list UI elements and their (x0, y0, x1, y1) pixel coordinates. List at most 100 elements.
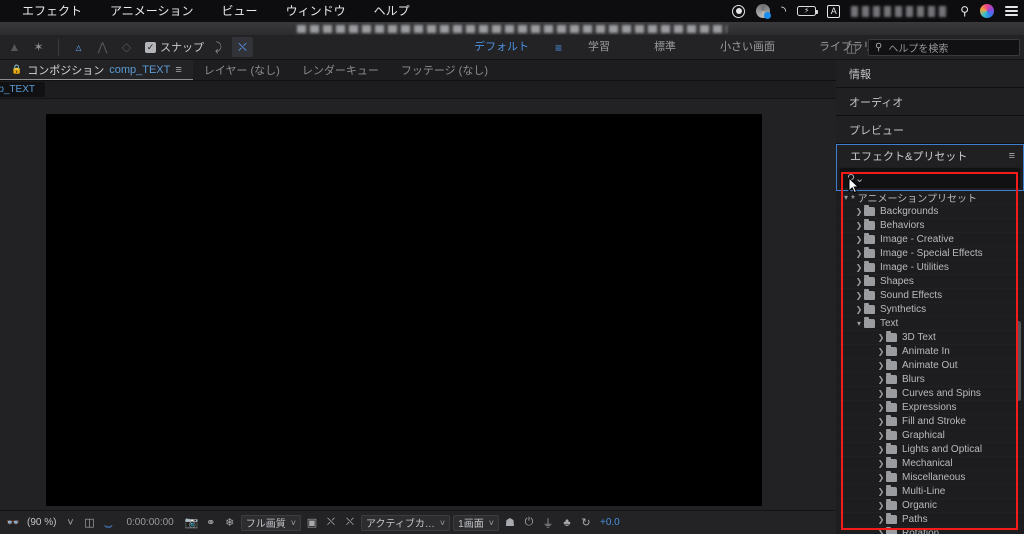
breadcrumb-comp[interactable]: mp_TEXT (0, 82, 46, 97)
toggle-alpha-icon[interactable]: ▣ (304, 514, 320, 532)
effects-panel-menu-icon[interactable]: ≡ (1009, 150, 1015, 162)
tree-row[interactable]: ❯ Expressions (836, 401, 1024, 415)
transform-box-tool[interactable]: ⛌ (232, 37, 253, 57)
tree-row[interactable]: ❯ Organic (836, 499, 1024, 513)
chevron-right-icon[interactable]: ❯ (876, 417, 886, 426)
chevron-right-icon[interactable]: ❯ (854, 221, 864, 230)
magnification-chevron-down-icon[interactable]: ˅ (62, 514, 78, 532)
rotate-bezier-tool[interactable]: ▵ (68, 37, 89, 57)
pixel-aspect-icon[interactable]: ☗ (502, 514, 518, 532)
tree-row[interactable]: ❯ Paths (836, 513, 1024, 527)
tree-row[interactable]: ❯ Sound Effects (836, 289, 1024, 303)
menu-animation[interactable]: アニメーション (96, 0, 208, 22)
chevron-right-icon[interactable]: ❯ (876, 375, 886, 384)
tree-row[interactable]: ❯ Miscellaneous (836, 471, 1024, 485)
effects-search-input[interactable]: ⚲⌄ (840, 168, 1020, 188)
panel-preview[interactable]: プレビュー (836, 116, 1024, 144)
magnification-value[interactable]: (90 %) (24, 517, 59, 528)
chevron-right-icon[interactable]: ❯ (854, 291, 864, 300)
tree-row[interactable]: ❯ Behaviors (836, 219, 1024, 233)
tree-row[interactable]: ❯ Rotation (836, 527, 1024, 534)
tree-row[interactable]: ❯ Graphical (836, 429, 1024, 443)
workspace-standard[interactable]: 標準 (632, 35, 698, 60)
screen-record-icon[interactable] (732, 4, 746, 18)
chevron-right-icon[interactable]: ❯ (876, 403, 886, 412)
tree-row[interactable]: ❯ Image - Creative (836, 233, 1024, 247)
input-source-icon[interactable]: A (827, 4, 841, 18)
siri-icon[interactable] (980, 4, 994, 18)
control-center-icon[interactable] (1005, 6, 1018, 16)
chevron-right-icon[interactable]: ❯ (854, 249, 864, 258)
fast-preview-bolt-icon[interactable]: ⏻ (521, 514, 537, 532)
tree-row[interactable]: ❯ Animate In (836, 345, 1024, 359)
views-count-select[interactable]: 1画面 ˅ (453, 514, 499, 531)
tree-row[interactable]: ❯ Image - Utilities (836, 261, 1024, 275)
workspace-menu-icon[interactable]: ≡ (551, 41, 566, 55)
menu-view[interactable]: ビュー (208, 0, 272, 22)
tree-row[interactable]: ❯ Image - Special Effects (836, 247, 1024, 261)
menu-effect[interactable]: エフェクト (8, 0, 96, 22)
tree-row[interactable]: ❯ Fill and Stroke (836, 415, 1024, 429)
tree-row[interactable]: ❯ Mechanical (836, 457, 1024, 471)
panel-menu-icon[interactable]: ≡ (175, 64, 181, 76)
lock-icon[interactable]: 🔒 (11, 64, 22, 75)
tab-composition[interactable]: 🔒 コンポジション comp_TEXT ≡ (0, 60, 193, 80)
mask-shape-tool[interactable]: ◇ (116, 37, 137, 57)
workspace-small-screen[interactable]: 小さい画面 (698, 35, 797, 60)
chevron-right-icon[interactable]: ❯ (854, 207, 864, 216)
anchor-point-tool[interactable]: ⤸ (208, 37, 229, 57)
channel-rgb-icon[interactable]: ❄ (222, 514, 238, 532)
menu-window[interactable]: ウィンドウ (272, 0, 360, 22)
tree-row[interactable]: ▾ Text (836, 317, 1024, 331)
tree-row[interactable]: ❯ Backgrounds (836, 205, 1024, 219)
chevron-right-icon[interactable]: ❯ (854, 263, 864, 272)
resolution-select[interactable]: フル画質 ˅ (240, 514, 301, 531)
current-timecode[interactable]: 0:00:00:00 (119, 517, 180, 528)
tree-row[interactable]: ❯ Multi-Line (836, 485, 1024, 499)
tree-row[interactable]: ❯ Synthetics (836, 303, 1024, 317)
chevron-right-icon[interactable]: ❯ (876, 347, 886, 356)
battery-icon[interactable]: ⚡ (797, 6, 819, 16)
exposure-value[interactable]: +0.0 (597, 517, 620, 528)
tree-row[interactable]: ❯ Lights and Optical (836, 443, 1024, 457)
tree-row[interactable]: ❯ 3D Text (836, 331, 1024, 345)
comp-flowchart-icon[interactable]: ♣ (559, 514, 575, 532)
panel-audio[interactable]: オーディオ (836, 88, 1024, 116)
composition-viewer[interactable] (0, 99, 836, 510)
workspace-layout-icon[interactable]: ◫ (841, 38, 862, 58)
tree-scrollbar-thumb[interactable] (1016, 321, 1021, 401)
panel-info[interactable]: 情報 (836, 60, 1024, 88)
chevron-down-icon[interactable]: ▾ (854, 319, 864, 328)
snapshot-icon[interactable]: 📷 (184, 514, 200, 532)
tab-layer[interactable]: レイヤー (なし) (193, 60, 291, 80)
chevron-right-icon[interactable]: ❯ (876, 389, 886, 398)
help-search-box[interactable]: ⚲ ヘルプを検索 (868, 39, 1020, 56)
puppet-pin-tool[interactable]: ✶ (28, 37, 49, 57)
chevron-right-icon[interactable]: ❯ (854, 305, 864, 314)
chevron-right-icon[interactable]: ❯ (876, 333, 886, 342)
fast-previews-icon[interactable]: ⛌ (323, 514, 339, 532)
timeline-icon[interactable]: ⏚ (540, 514, 556, 532)
chevron-right-icon[interactable]: ❯ (876, 501, 886, 510)
tree-row[interactable]: ❯ Shapes (836, 275, 1024, 289)
show-snapshot-icon[interactable]: ⚭ (203, 514, 219, 532)
workspace-learn[interactable]: 学習 (566, 35, 632, 60)
pin-star-tool[interactable]: ⋀ (92, 37, 113, 57)
snap-checkbox[interactable]: ✓ (145, 41, 156, 53)
chevron-right-icon[interactable]: ❯ (876, 515, 886, 524)
tree-scrollbar[interactable] (1015, 191, 1023, 534)
region-of-interest-icon[interactable]: ◫ (81, 514, 97, 532)
effects-panel-header[interactable]: エフェクト&プリセット ≡ (837, 145, 1023, 167)
transparency-grid-icon[interactable]: ⏡ (100, 514, 116, 532)
chevron-right-icon[interactable]: ❯ (876, 529, 886, 534)
renderer-icon[interactable]: ⛌ (342, 514, 358, 532)
view-select[interactable]: アクティブカ… ˅ (360, 514, 451, 531)
workspace-default[interactable]: デフォルト (452, 35, 551, 60)
tree-row[interactable]: ❯ Blurs (836, 373, 1024, 387)
chevron-right-icon[interactable]: ❯ (876, 487, 886, 496)
tab-render-queue[interactable]: レンダーキュー (291, 60, 390, 80)
toggle-view-masks-icon[interactable]: 👓 (5, 514, 21, 532)
tree-root-row[interactable]: ▾ * アニメーションプリセット (836, 191, 1024, 205)
spotlight-search-icon[interactable]: ⚲ (960, 4, 969, 18)
chevron-right-icon[interactable]: ❯ (876, 431, 886, 440)
